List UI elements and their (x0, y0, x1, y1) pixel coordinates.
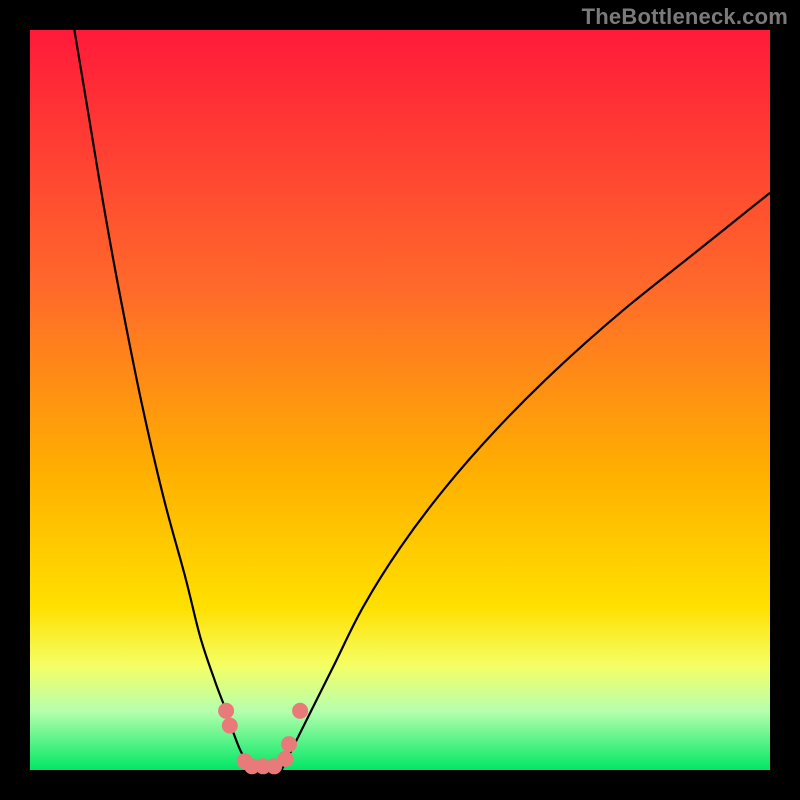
scatter-dots (218, 703, 308, 775)
watermark-text: TheBottleneck.com (582, 4, 788, 30)
scatter-dot (292, 703, 308, 719)
plot-area (30, 30, 770, 770)
bottleneck-curve-left (74, 30, 252, 770)
scatter-dot (281, 736, 297, 752)
scatter-dot (222, 718, 238, 734)
scatter-dot (277, 751, 293, 767)
chart-frame: TheBottleneck.com (0, 0, 800, 800)
scatter-dot (218, 703, 234, 719)
curve-svg (30, 30, 770, 770)
bottleneck-curve-right (282, 193, 770, 770)
